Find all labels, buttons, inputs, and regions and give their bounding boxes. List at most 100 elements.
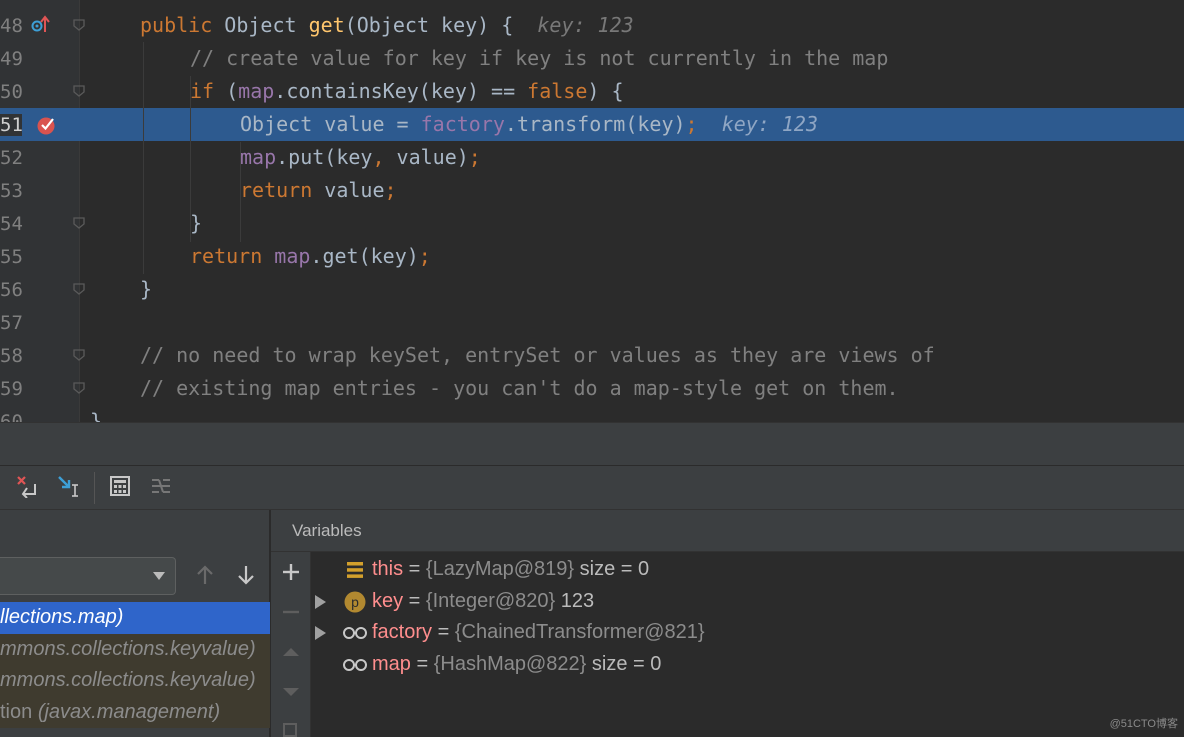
- frame-package: (javax.management): [37, 700, 221, 723]
- duplicate-watch-button[interactable]: [279, 720, 303, 737]
- frame-item[interactable]: mmons.collections.keyvalue): [0, 633, 270, 665]
- breakpoint-icon[interactable]: [36, 114, 58, 136]
- fold-marker-icon[interactable]: [72, 282, 86, 296]
- run-to-cursor-button[interactable]: [54, 474, 82, 502]
- code-text[interactable]: return map.get(key);: [190, 244, 431, 268]
- code-text[interactable]: if (map.containsKey(key) == false) {: [190, 79, 624, 103]
- fold-marker-icon[interactable]: [72, 18, 86, 32]
- toolbar-separator: [94, 472, 95, 504]
- code-token: ;: [685, 112, 698, 136]
- variable-text: factory = {ChainedTransformer@821}: [372, 621, 705, 644]
- code-text[interactable]: Object value = factory.transform(key); k…: [240, 112, 818, 136]
- variable-row[interactable]: map = {HashMap@822} size = 0: [311, 650, 1181, 681]
- thread-selector-dropdown[interactable]: [0, 557, 176, 595]
- watermark: @51CTO博客: [1109, 718, 1178, 730]
- stream-trace-icon: [149, 475, 173, 502]
- next-frame-button[interactable]: [233, 562, 259, 588]
- line-number: 55: [0, 246, 23, 268]
- code-line[interactable]: 60}: [0, 405, 1184, 422]
- code-line[interactable]: 57: [0, 306, 1184, 339]
- svg-text:p: p: [351, 594, 359, 610]
- code-line[interactable]: 53 return value;: [0, 174, 1184, 207]
- code-line[interactable]: 58 // no need to wrap keySet, entrySet or…: [0, 339, 1184, 372]
- frame-item[interactable]: tion (javax.management): [0, 696, 270, 728]
- variable-type: {Integer@820}: [425, 589, 556, 612]
- minus-icon: [281, 602, 301, 627]
- variable-value: size = 0: [574, 558, 650, 580]
- fold-marker-icon[interactable]: [72, 216, 86, 230]
- plus-icon: [281, 562, 301, 587]
- field-list-icon: [342, 559, 368, 581]
- code-text[interactable]: }: [190, 211, 202, 235]
- code-line[interactable]: 49 // create value for key if key is not …: [0, 42, 1184, 75]
- code-text[interactable]: }: [90, 409, 102, 422]
- add-watch-button[interactable]: [279, 562, 303, 586]
- variable-row[interactable]: this = {LazyMap@819} size = 0: [311, 555, 1181, 586]
- code-token: map: [274, 244, 311, 268]
- fold-marker-icon[interactable]: [72, 348, 86, 362]
- evaluate-expression-button[interactable]: [106, 474, 134, 502]
- variables-title: Variables: [292, 521, 362, 540]
- trace-current-stream-button[interactable]: [147, 474, 175, 502]
- inline-value-hint: key: 123: [721, 112, 819, 136]
- indent-guide: [240, 142, 241, 242]
- variable-type: {LazyMap@819}: [425, 558, 575, 580]
- move-watch-up-button[interactable]: [279, 642, 303, 666]
- code-text[interactable]: }: [140, 277, 152, 301]
- code-line[interactable]: 51 Object value = factory.transform(key);…: [0, 108, 1184, 141]
- code-token: (: [226, 79, 239, 103]
- line-number: 50: [0, 81, 23, 103]
- variables-header: Variables: [271, 510, 1184, 552]
- code-line[interactable]: 56}: [0, 273, 1184, 306]
- code-line[interactable]: 48 public Object get(Object key) { key: 1…: [0, 9, 1184, 42]
- variable-row[interactable]: factory = {ChainedTransformer@821}: [311, 618, 1181, 649]
- remove-watch-button[interactable]: [279, 602, 303, 626]
- expand-arrow-icon[interactable]: [315, 626, 326, 641]
- variable-equals: =: [432, 621, 455, 644]
- code-text[interactable]: // existing map entries - you can't do a…: [140, 376, 899, 400]
- variables-side-toolbar: [271, 552, 311, 737]
- code-token: public: [140, 13, 225, 37]
- expand-arrow-icon[interactable]: [315, 594, 326, 609]
- code-editor[interactable]: 48 public Object get(Object key) { key: 1…: [0, 0, 1184, 422]
- variable-type: {ChainedTransformer@821}: [454, 621, 705, 644]
- frame-item[interactable]: mmons.collections.keyvalue): [0, 665, 270, 697]
- variable-equals: =: [403, 589, 426, 612]
- variable-value: size = 0: [586, 652, 662, 675]
- override-marker-icon[interactable]: [30, 14, 52, 36]
- move-watch-down-button[interactable]: [279, 682, 303, 706]
- previous-frame-button[interactable]: [192, 562, 218, 588]
- code-text[interactable]: return value;: [240, 178, 397, 202]
- frames-pane: llections.map) mmons.collections.keyvalue…: [0, 510, 270, 737]
- frame-label: mmons.collections.keyvalue): [0, 669, 256, 691]
- code-line[interactable]: 50 if (map.containsKey(key) == false) {: [0, 75, 1184, 108]
- chevron-down-icon: [153, 572, 165, 580]
- code-line[interactable]: 59 // existing map entries - you can't do…: [0, 372, 1184, 405]
- fold-marker-icon[interactable]: [72, 84, 86, 98]
- code-token: .get(key): [310, 244, 419, 268]
- watch-glasses-icon: [342, 622, 368, 644]
- fold-marker-icon[interactable]: [72, 381, 86, 395]
- run-to-cursor-icon: [56, 474, 80, 503]
- code-text[interactable]: // create value for key if key is not cu…: [190, 46, 888, 70]
- code-text[interactable]: public Object get(Object key) { key: 123: [140, 13, 634, 37]
- code-line[interactable]: 55 return map.get(key);: [0, 240, 1184, 273]
- code-text[interactable]: map.put(key, value);: [240, 145, 481, 169]
- code-token: get: [308, 13, 345, 37]
- variable-type: {HashMap@822}: [433, 652, 587, 675]
- line-number: 48: [0, 15, 23, 37]
- code-token: Object: [224, 13, 309, 37]
- line-number: 52: [0, 147, 23, 169]
- drop-frame-button[interactable]: [13, 474, 41, 502]
- frame-item[interactable]: llections.map): [0, 602, 270, 634]
- variable-name: this: [372, 558, 404, 580]
- variable-text: key = {Integer@820} 123: [372, 590, 594, 613]
- line-number: 59: [0, 378, 23, 400]
- line-number: 60: [0, 411, 23, 422]
- code-line[interactable]: 54}: [0, 207, 1184, 240]
- variable-row[interactable]: p key = {Integer@820} 123: [311, 587, 1181, 618]
- code-token: (Object key) {: [344, 13, 538, 37]
- code-text[interactable]: // no need to wrap keySet, entrySet or v…: [140, 343, 935, 367]
- code-line[interactable]: 52 map.put(key, value);: [0, 141, 1184, 174]
- debug-toolbar: [0, 466, 1184, 510]
